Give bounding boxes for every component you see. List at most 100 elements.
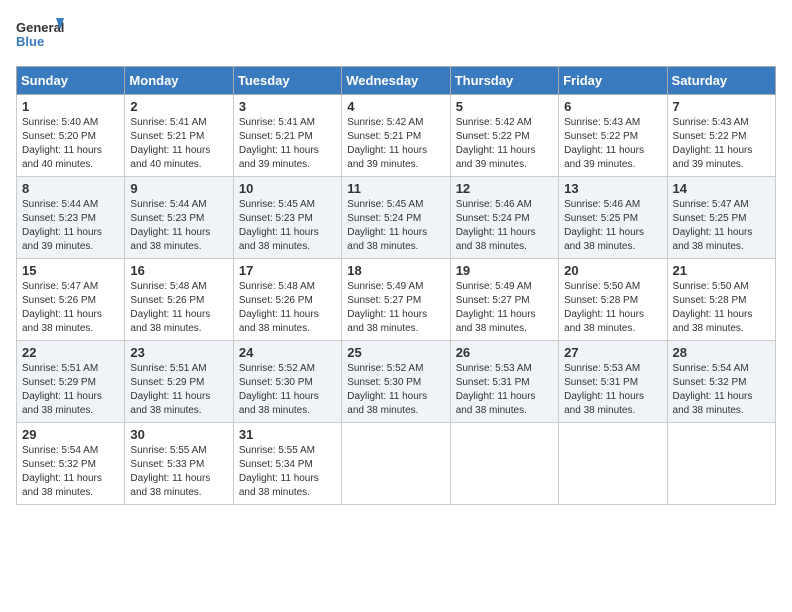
day-number: 8 [22, 181, 119, 196]
calendar-cell: 4 Sunrise: 5:42 AMSunset: 5:21 PMDayligh… [342, 95, 450, 177]
day-number: 18 [347, 263, 444, 278]
week-row-2: 8 Sunrise: 5:44 AMSunset: 5:23 PMDayligh… [17, 177, 776, 259]
cell-info: Sunrise: 5:40 AMSunset: 5:20 PMDaylight:… [22, 117, 102, 170]
cell-info: Sunrise: 5:50 AMSunset: 5:28 PMDaylight:… [673, 281, 753, 334]
cell-info: Sunrise: 5:44 AMSunset: 5:23 PMDaylight:… [22, 199, 102, 252]
day-number: 21 [673, 263, 770, 278]
header-row: SundayMondayTuesdayWednesdayThursdayFrid… [17, 67, 776, 95]
cell-info: Sunrise: 5:51 AMSunset: 5:29 PMDaylight:… [130, 363, 210, 416]
day-number: 3 [239, 99, 336, 114]
cell-info: Sunrise: 5:46 AMSunset: 5:25 PMDaylight:… [564, 199, 644, 252]
week-row-5: 29 Sunrise: 5:54 AMSunset: 5:32 PMDaylig… [17, 423, 776, 505]
calendar-cell: 18 Sunrise: 5:49 AMSunset: 5:27 PMDaylig… [342, 259, 450, 341]
calendar-cell: 21 Sunrise: 5:50 AMSunset: 5:28 PMDaylig… [667, 259, 775, 341]
header-saturday: Saturday [667, 67, 775, 95]
calendar-cell: 7 Sunrise: 5:43 AMSunset: 5:22 PMDayligh… [667, 95, 775, 177]
day-number: 17 [239, 263, 336, 278]
cell-info: Sunrise: 5:42 AMSunset: 5:22 PMDaylight:… [456, 117, 536, 170]
logo: General Blue [16, 16, 64, 58]
day-number: 5 [456, 99, 553, 114]
day-number: 25 [347, 345, 444, 360]
calendar-cell: 1 Sunrise: 5:40 AMSunset: 5:20 PMDayligh… [17, 95, 125, 177]
calendar-cell: 19 Sunrise: 5:49 AMSunset: 5:27 PMDaylig… [450, 259, 558, 341]
cell-info: Sunrise: 5:53 AMSunset: 5:31 PMDaylight:… [456, 363, 536, 416]
calendar-cell: 12 Sunrise: 5:46 AMSunset: 5:24 PMDaylig… [450, 177, 558, 259]
calendar-cell: 14 Sunrise: 5:47 AMSunset: 5:25 PMDaylig… [667, 177, 775, 259]
calendar-cell: 16 Sunrise: 5:48 AMSunset: 5:26 PMDaylig… [125, 259, 233, 341]
day-number: 30 [130, 427, 227, 442]
calendar-cell: 26 Sunrise: 5:53 AMSunset: 5:31 PMDaylig… [450, 341, 558, 423]
cell-info: Sunrise: 5:45 AMSunset: 5:23 PMDaylight:… [239, 199, 319, 252]
week-row-4: 22 Sunrise: 5:51 AMSunset: 5:29 PMDaylig… [17, 341, 776, 423]
calendar-cell: 10 Sunrise: 5:45 AMSunset: 5:23 PMDaylig… [233, 177, 341, 259]
calendar-cell: 3 Sunrise: 5:41 AMSunset: 5:21 PMDayligh… [233, 95, 341, 177]
cell-info: Sunrise: 5:54 AMSunset: 5:32 PMDaylight:… [673, 363, 753, 416]
calendar-cell [667, 423, 775, 505]
day-number: 14 [673, 181, 770, 196]
cell-info: Sunrise: 5:55 AMSunset: 5:34 PMDaylight:… [239, 445, 319, 498]
calendar-cell: 17 Sunrise: 5:48 AMSunset: 5:26 PMDaylig… [233, 259, 341, 341]
page-header: General Blue [16, 16, 776, 58]
week-row-1: 1 Sunrise: 5:40 AMSunset: 5:20 PMDayligh… [17, 95, 776, 177]
day-number: 19 [456, 263, 553, 278]
calendar-cell: 29 Sunrise: 5:54 AMSunset: 5:32 PMDaylig… [17, 423, 125, 505]
cell-info: Sunrise: 5:55 AMSunset: 5:33 PMDaylight:… [130, 445, 210, 498]
day-number: 28 [673, 345, 770, 360]
calendar-table: SundayMondayTuesdayWednesdayThursdayFrid… [16, 66, 776, 505]
day-number: 4 [347, 99, 444, 114]
calendar-cell: 5 Sunrise: 5:42 AMSunset: 5:22 PMDayligh… [450, 95, 558, 177]
cell-info: Sunrise: 5:41 AMSunset: 5:21 PMDaylight:… [239, 117, 319, 170]
day-number: 20 [564, 263, 661, 278]
header-monday: Monday [125, 67, 233, 95]
calendar-cell [342, 423, 450, 505]
cell-info: Sunrise: 5:49 AMSunset: 5:27 PMDaylight:… [456, 281, 536, 334]
cell-info: Sunrise: 5:49 AMSunset: 5:27 PMDaylight:… [347, 281, 427, 334]
cell-info: Sunrise: 5:41 AMSunset: 5:21 PMDaylight:… [130, 117, 210, 170]
day-number: 10 [239, 181, 336, 196]
cell-info: Sunrise: 5:51 AMSunset: 5:29 PMDaylight:… [22, 363, 102, 416]
cell-info: Sunrise: 5:48 AMSunset: 5:26 PMDaylight:… [130, 281, 210, 334]
day-number: 13 [564, 181, 661, 196]
day-number: 9 [130, 181, 227, 196]
logo-svg: General Blue [16, 16, 64, 58]
calendar-cell: 2 Sunrise: 5:41 AMSunset: 5:21 PMDayligh… [125, 95, 233, 177]
calendar-cell: 25 Sunrise: 5:52 AMSunset: 5:30 PMDaylig… [342, 341, 450, 423]
calendar-cell: 15 Sunrise: 5:47 AMSunset: 5:26 PMDaylig… [17, 259, 125, 341]
day-number: 24 [239, 345, 336, 360]
calendar-cell: 6 Sunrise: 5:43 AMSunset: 5:22 PMDayligh… [559, 95, 667, 177]
calendar-cell: 28 Sunrise: 5:54 AMSunset: 5:32 PMDaylig… [667, 341, 775, 423]
cell-info: Sunrise: 5:45 AMSunset: 5:24 PMDaylight:… [347, 199, 427, 252]
day-number: 29 [22, 427, 119, 442]
cell-info: Sunrise: 5:53 AMSunset: 5:31 PMDaylight:… [564, 363, 644, 416]
day-number: 7 [673, 99, 770, 114]
calendar-cell: 8 Sunrise: 5:44 AMSunset: 5:23 PMDayligh… [17, 177, 125, 259]
day-number: 11 [347, 181, 444, 196]
header-friday: Friday [559, 67, 667, 95]
week-row-3: 15 Sunrise: 5:47 AMSunset: 5:26 PMDaylig… [17, 259, 776, 341]
calendar-cell: 20 Sunrise: 5:50 AMSunset: 5:28 PMDaylig… [559, 259, 667, 341]
cell-info: Sunrise: 5:54 AMSunset: 5:32 PMDaylight:… [22, 445, 102, 498]
cell-info: Sunrise: 5:52 AMSunset: 5:30 PMDaylight:… [239, 363, 319, 416]
calendar-cell: 30 Sunrise: 5:55 AMSunset: 5:33 PMDaylig… [125, 423, 233, 505]
day-number: 15 [22, 263, 119, 278]
header-tuesday: Tuesday [233, 67, 341, 95]
day-number: 22 [22, 345, 119, 360]
cell-info: Sunrise: 5:42 AMSunset: 5:21 PMDaylight:… [347, 117, 427, 170]
day-number: 26 [456, 345, 553, 360]
day-number: 6 [564, 99, 661, 114]
cell-info: Sunrise: 5:43 AMSunset: 5:22 PMDaylight:… [564, 117, 644, 170]
cell-info: Sunrise: 5:46 AMSunset: 5:24 PMDaylight:… [456, 199, 536, 252]
day-number: 1 [22, 99, 119, 114]
calendar-cell: 27 Sunrise: 5:53 AMSunset: 5:31 PMDaylig… [559, 341, 667, 423]
day-number: 27 [564, 345, 661, 360]
day-number: 2 [130, 99, 227, 114]
day-number: 31 [239, 427, 336, 442]
svg-text:General: General [16, 20, 64, 35]
cell-info: Sunrise: 5:47 AMSunset: 5:25 PMDaylight:… [673, 199, 753, 252]
cell-info: Sunrise: 5:44 AMSunset: 5:23 PMDaylight:… [130, 199, 210, 252]
cell-info: Sunrise: 5:48 AMSunset: 5:26 PMDaylight:… [239, 281, 319, 334]
calendar-cell: 24 Sunrise: 5:52 AMSunset: 5:30 PMDaylig… [233, 341, 341, 423]
calendar-cell: 13 Sunrise: 5:46 AMSunset: 5:25 PMDaylig… [559, 177, 667, 259]
day-number: 23 [130, 345, 227, 360]
cell-info: Sunrise: 5:52 AMSunset: 5:30 PMDaylight:… [347, 363, 427, 416]
